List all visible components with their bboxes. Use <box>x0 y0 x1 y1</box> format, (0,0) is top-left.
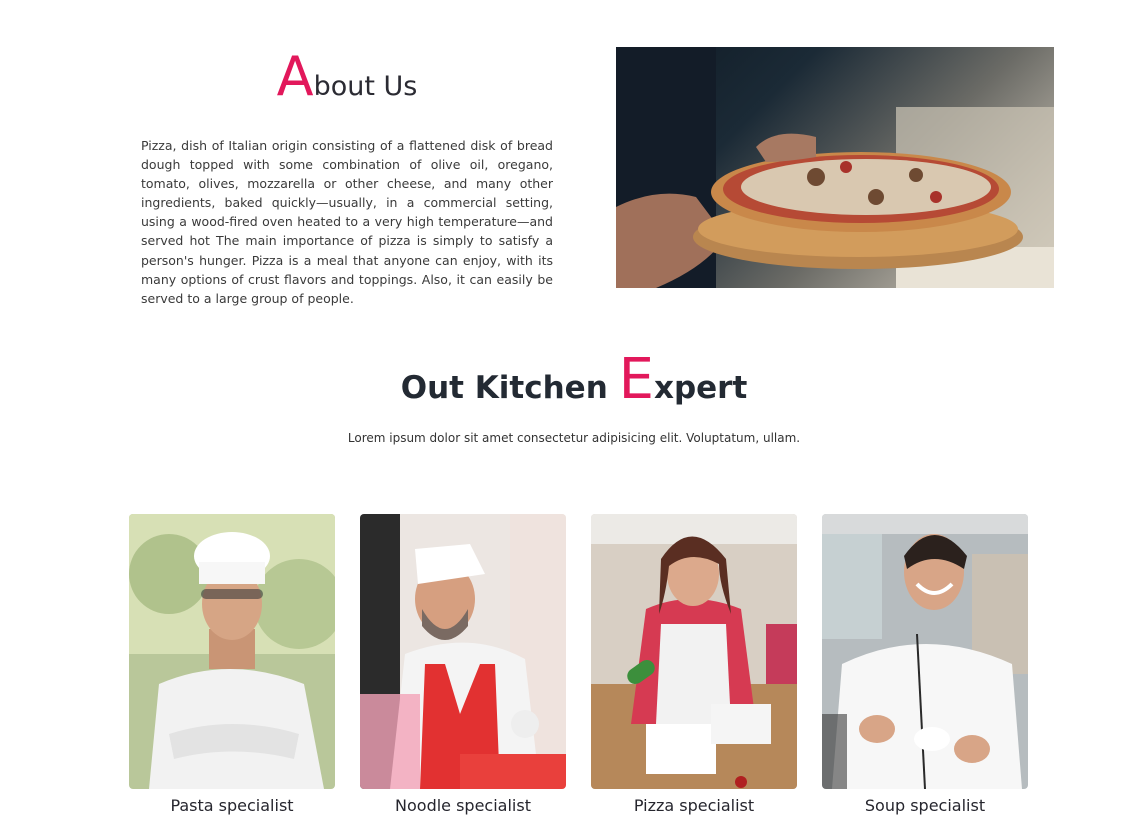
kitchen-title-initial: E <box>618 347 654 412</box>
chef-name-noodle: Noodle specialist <box>395 796 531 815</box>
kitchen-title-rest: xpert <box>653 370 748 406</box>
about-title-rest: bout Us <box>313 71 418 102</box>
pasta-chef-photo <box>129 514 335 789</box>
chef-name-pizza: Pizza specialist <box>633 796 755 815</box>
chef-card-soup: Soup specialist <box>822 514 1028 815</box>
chef-card-pasta: Pasta specialist <box>129 514 335 815</box>
about-title: About Us <box>141 50 553 104</box>
pizza-chef-photo <box>591 514 797 789</box>
about-title-initial: A <box>276 45 314 108</box>
noodle-chef-photo <box>360 514 566 789</box>
chef-name-soup: Soup specialist <box>864 796 986 815</box>
chef-card-pizza: Pizza specialist <box>591 514 797 815</box>
soup-chef-photo <box>822 514 1028 789</box>
kitchen-title-before: Out Kitchen <box>400 370 619 406</box>
kitchen-subtitle: Lorem ipsum dolor sit amet consectetur a… <box>347 431 801 445</box>
chef-card-noodle: Noodle specialist <box>360 514 566 815</box>
kitchen-title: Out Kitchen Expert <box>0 352 1148 408</box>
pizza-serving-photo <box>616 47 1054 288</box>
chef-name-pasta: Pasta specialist <box>170 796 294 815</box>
about-description: Pizza, dish of Italian origin consisting… <box>141 138 553 306</box>
